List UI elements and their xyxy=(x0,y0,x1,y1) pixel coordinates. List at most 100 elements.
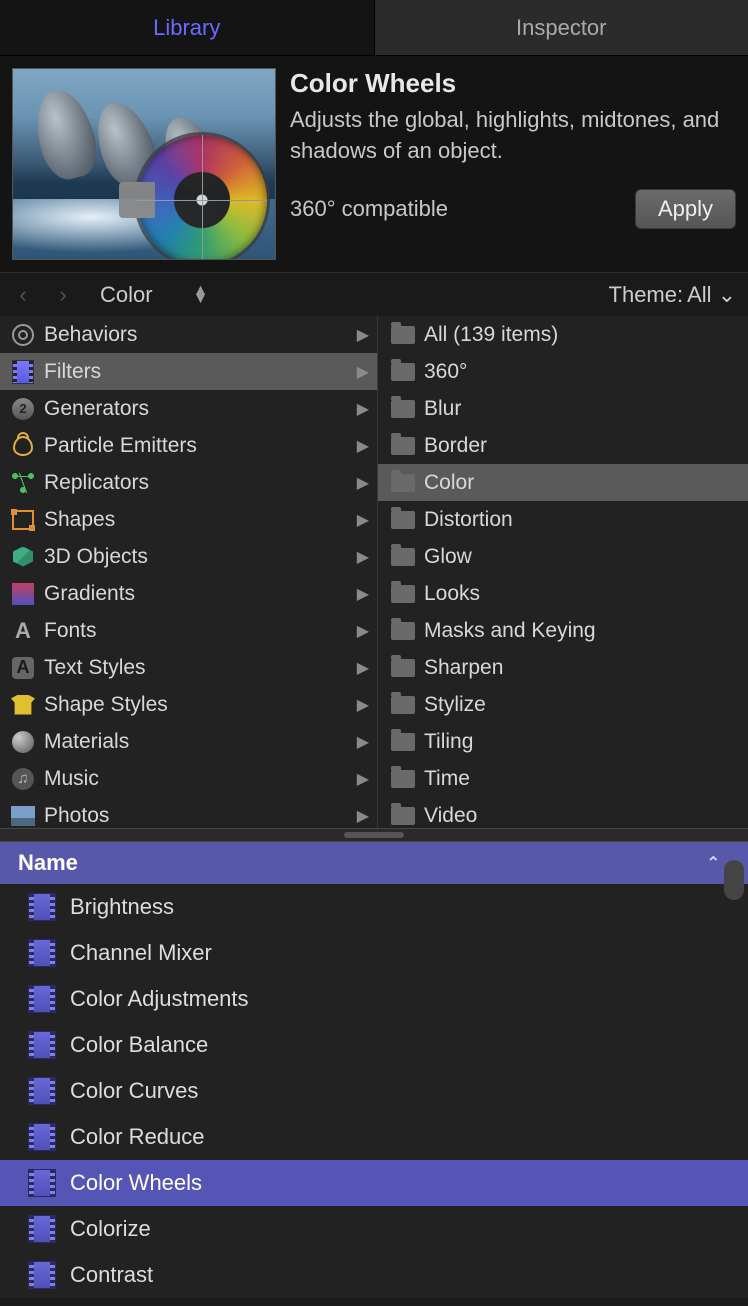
Abox-icon: A xyxy=(8,655,38,681)
photo-icon xyxy=(8,803,38,829)
category-label: Replicators xyxy=(44,471,357,495)
note-icon: ♫ xyxy=(8,766,38,792)
path-current[interactable]: Color xyxy=(100,282,153,308)
category-left-item[interactable]: Shape Styles▶ xyxy=(0,686,377,723)
film-icon xyxy=(8,359,38,385)
ball-icon xyxy=(8,729,38,755)
category-right-item[interactable]: Looks xyxy=(378,575,748,612)
folder-icon xyxy=(388,396,418,422)
category-right-item[interactable]: 360° xyxy=(378,353,748,390)
category-label: Gradients xyxy=(44,582,357,606)
folder-icon xyxy=(388,618,418,644)
category-left-item[interactable]: AText Styles▶ xyxy=(0,649,377,686)
tab-library[interactable]: Library xyxy=(0,0,374,55)
A-icon: A xyxy=(8,618,38,644)
folder-icon xyxy=(388,655,418,681)
filter-film-icon xyxy=(28,1215,56,1243)
chevron-right-icon: ▶ xyxy=(357,584,369,604)
filter-label: Color Curves xyxy=(70,1078,198,1104)
category-label: Stylize xyxy=(424,693,740,717)
chevron-right-icon: ▶ xyxy=(357,362,369,382)
category-right-item[interactable]: Stylize xyxy=(378,686,748,723)
category-left-item[interactable]: Materials▶ xyxy=(0,723,377,760)
nav-forward-icon[interactable]: › xyxy=(52,282,74,308)
path-stepper-icon[interactable]: ▲▼ xyxy=(193,287,209,303)
category-label: Materials xyxy=(44,730,357,754)
category-left-item[interactable]: Gradients▶ xyxy=(0,575,377,612)
category-label: Glow xyxy=(424,545,740,569)
category-right-item[interactable]: Color xyxy=(378,464,748,501)
category-label: Shapes xyxy=(44,508,357,532)
folder-icon xyxy=(388,544,418,570)
preview-description: Adjusts the global, highlights, midtones… xyxy=(290,105,736,167)
resize-handle[interactable] xyxy=(0,828,748,842)
filter-item[interactable]: Color Adjustments xyxy=(0,976,748,1022)
category-left-item[interactable]: ♫Music▶ xyxy=(0,760,377,797)
filter-list: BrightnessChannel Mixer Color Adjustments… xyxy=(0,884,748,1298)
apply-button[interactable]: Apply xyxy=(635,189,736,229)
nodes-icon xyxy=(8,470,38,496)
filter-label: Color Adjustments xyxy=(70,986,249,1012)
category-label: Distortion xyxy=(424,508,740,532)
filter-label: Contrast xyxy=(70,1262,153,1288)
category-left-item[interactable]: Replicators▶ xyxy=(0,464,377,501)
category-right-item[interactable]: Tiling xyxy=(378,723,748,760)
filter-film-icon xyxy=(28,1077,56,1105)
filter-item[interactable]: Colorize xyxy=(0,1206,748,1252)
filter-item[interactable]: Color Wheels xyxy=(0,1160,748,1206)
category-right-item[interactable]: Time xyxy=(378,760,748,797)
nav-back-icon[interactable]: ‹ xyxy=(12,282,34,308)
category-right-item[interactable]: Glow xyxy=(378,538,748,575)
filter-item[interactable]: Color Balance xyxy=(0,1022,748,1068)
category-left-item[interactable]: Behaviors▶ xyxy=(0,316,377,353)
category-label: Blur xyxy=(424,397,740,421)
folder-icon xyxy=(388,470,418,496)
category-left-item[interactable]: AFonts▶ xyxy=(0,612,377,649)
filter-film-icon xyxy=(28,1123,56,1151)
scrollbar-thumb[interactable] xyxy=(724,860,744,900)
filter-film-icon xyxy=(28,1261,56,1289)
preview-title: Color Wheels xyxy=(290,68,736,99)
shape-icon xyxy=(8,507,38,533)
folder-icon xyxy=(388,729,418,755)
filter-label: Color Balance xyxy=(70,1032,208,1058)
list-header[interactable]: Name ⌃ xyxy=(0,842,748,884)
filter-item[interactable]: Color Curves xyxy=(0,1068,748,1114)
category-right-item[interactable]: Distortion xyxy=(378,501,748,538)
category-right-item[interactable]: Masks and Keying xyxy=(378,612,748,649)
top-tabs: Library Inspector xyxy=(0,0,748,56)
bulb-icon xyxy=(8,433,38,459)
category-left-item[interactable]: Shapes▶ xyxy=(0,501,377,538)
chevron-right-icon: ▶ xyxy=(357,547,369,567)
category-left-item[interactable]: 2Generators▶ xyxy=(0,390,377,427)
compat-label: 360° compatible xyxy=(290,196,448,222)
category-left-item[interactable]: Photos▶ xyxy=(0,797,377,828)
category-left-item[interactable]: Filters▶ xyxy=(0,353,377,390)
chevron-right-icon: ▶ xyxy=(357,325,369,345)
folder-icon xyxy=(388,322,418,348)
tab-inspector[interactable]: Inspector xyxy=(374,0,748,55)
chevron-right-icon: ▶ xyxy=(357,695,369,715)
theme-dropdown[interactable]: All ⌄ xyxy=(687,282,736,308)
category-right-item[interactable]: Sharpen xyxy=(378,649,748,686)
filter-item[interactable]: Contrast xyxy=(0,1252,748,1298)
category-label: Border xyxy=(424,434,740,458)
filter-film-icon xyxy=(28,893,56,921)
filter-item[interactable]: Color Reduce xyxy=(0,1114,748,1160)
category-right-item[interactable]: Blur xyxy=(378,390,748,427)
category-label: Masks and Keying xyxy=(424,619,740,643)
category-label: All (139 items) xyxy=(424,323,740,347)
category-left-item[interactable]: Particle Emitters▶ xyxy=(0,427,377,464)
category-right-item[interactable]: Border xyxy=(378,427,748,464)
filter-item[interactable]: Brightness xyxy=(0,884,748,930)
color-wheel-icon xyxy=(137,135,267,260)
category-right-item[interactable]: Video xyxy=(378,797,748,828)
cube-icon xyxy=(8,544,38,570)
filter-film-icon xyxy=(28,1031,56,1059)
chevron-right-icon: ▶ xyxy=(357,658,369,678)
filter-item[interactable]: Channel Mixer xyxy=(0,930,748,976)
category-right-item[interactable]: All (139 items) xyxy=(378,316,748,353)
folder-icon xyxy=(388,507,418,533)
category-left-item[interactable]: 3D Objects▶ xyxy=(0,538,377,575)
category-label: Sharpen xyxy=(424,656,740,680)
